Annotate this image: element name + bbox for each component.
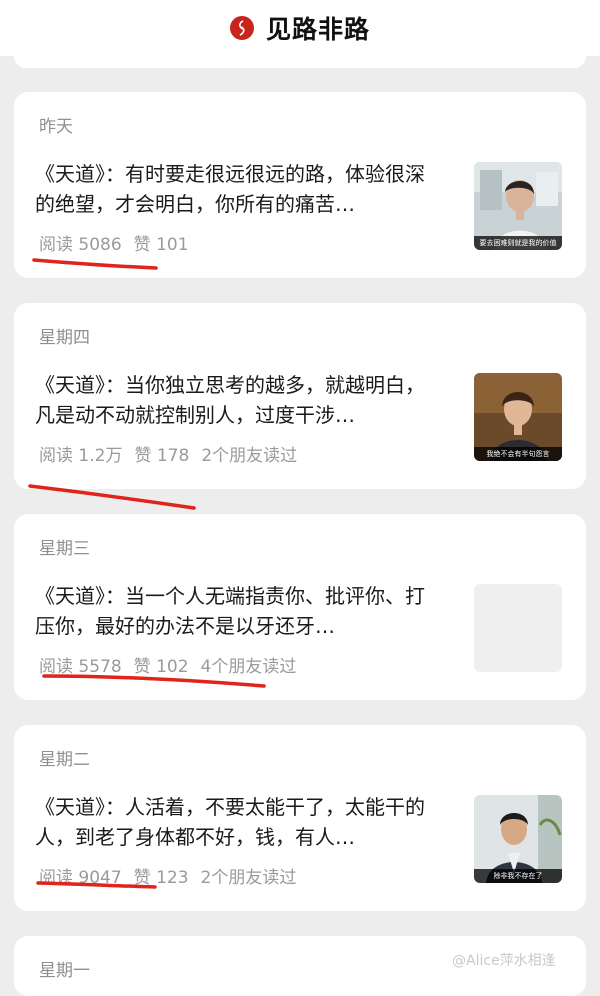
article-stats: 阅读 5086 赞 101: [39, 230, 201, 255]
read-count: 阅读 9047: [39, 868, 122, 888]
read-count: 阅读 5578: [39, 657, 122, 677]
article-card[interactable]: 星期二 《天道》：人活着，不要太能干了，太能干的人，到老了身体都不好，钱，有人……: [14, 725, 586, 911]
like-count: 赞 101: [133, 235, 189, 255]
article-thumbnail[interactable]: 我绝不会有半句怨言: [474, 373, 562, 461]
like-count: 赞 178: [134, 446, 190, 466]
article-card[interactable]: 昨天 《天道》：有时要走很远很远的路，体验很深的绝望，才会明白，你所有的痛苦… …: [14, 92, 586, 278]
article-thumbnail[interactable]: 除非我不存在了: [474, 795, 562, 883]
read-count: 阅读 1.2万: [39, 446, 123, 466]
thumbnail-caption: 除非我不存在了: [474, 869, 562, 883]
article-card[interactable]: 星期四 《天道》：当你独立思考的越多，就越明白，凡是动不动就控制别人，过度干涉……: [14, 303, 586, 489]
date-label: 星期二: [39, 750, 90, 770]
previous-card-edge: [14, 56, 586, 68]
article-stats: 阅读 5578 赞 102 4个朋友读过: [39, 652, 308, 677]
app-header: 见路非路: [0, 0, 600, 56]
article-stats: 阅读 1.2万赞 178 2个朋友读过: [39, 441, 309, 466]
red-underline-2: [28, 484, 196, 510]
red-circle-logo-icon: [229, 16, 254, 40]
friends-read: 2个朋友读过: [200, 868, 297, 888]
friends-read: 4个朋友读过: [200, 657, 297, 677]
article-title[interactable]: 《天道》：人活着，不要太能干了，太能干的人，到老了身体都不好，钱，有人…: [35, 792, 435, 852]
date-label: 星期四: [39, 328, 90, 348]
date-label: 昨天: [39, 117, 73, 137]
article-title[interactable]: 《天道》：当一个人无端指责你、批评你、打压你，最好的办法不是以牙还牙…: [35, 581, 435, 641]
thumbnail-caption: 要去困难则就是我的价值: [474, 236, 562, 250]
article-thumbnail-placeholder[interactable]: [474, 584, 562, 672]
article-card[interactable]: 星期三 《天道》：当一个人无端指责你、批评你、打压你，最好的办法不是以牙还牙… …: [14, 514, 586, 700]
article-title[interactable]: 《天道》：有时要走很远很远的路，体验很深的绝望，才会明白，你所有的痛苦…: [35, 159, 435, 219]
account-title: 见路非路: [265, 15, 370, 44]
watermark: @Alice萍水相逢: [452, 953, 556, 969]
friends-read: 2个朋友读过: [201, 446, 298, 466]
article-thumbnail[interactable]: 要去困难则就是我的价值: [474, 162, 562, 250]
like-count: 赞 123: [133, 868, 189, 888]
article-title[interactable]: 《天道》：当你独立思考的越多，就越明白，凡是动不动就控制别人，过度干涉…: [35, 370, 435, 430]
read-count: 阅读 5086: [39, 235, 122, 255]
like-count: 赞 102: [133, 657, 189, 677]
date-label: 星期三: [39, 539, 90, 559]
date-label: 星期一: [39, 961, 90, 981]
thumbnail-caption: 我绝不会有半句怨言: [474, 447, 562, 461]
article-stats: 阅读 9047 赞 123 2个朋友读过: [39, 863, 308, 888]
